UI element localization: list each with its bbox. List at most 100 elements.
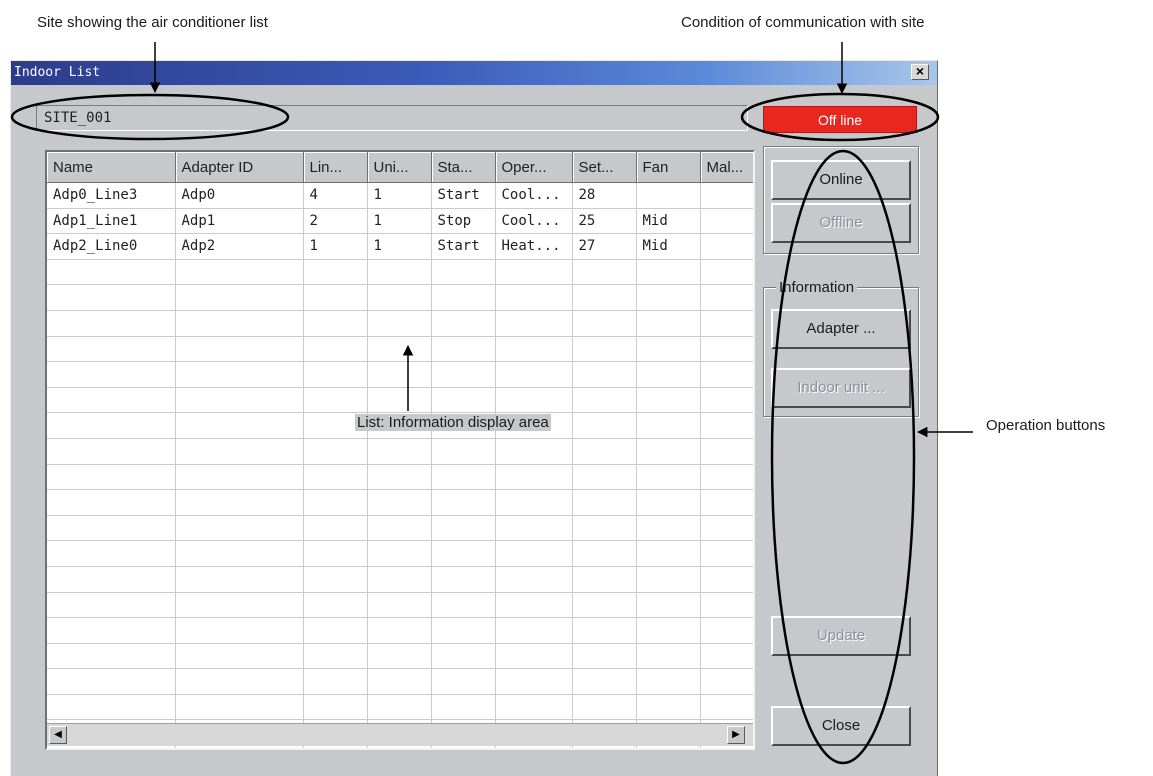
column-header[interactable]: Fan (636, 152, 701, 183)
table-cell (175, 592, 304, 619)
table-cell (572, 387, 637, 414)
table-cell (367, 284, 432, 311)
table-cell (572, 259, 637, 286)
offline-button[interactable]: Offline (771, 203, 911, 243)
column-header[interactable]: Uni... (367, 152, 432, 183)
column-header[interactable]: Name (47, 152, 176, 183)
column-header[interactable]: Lin... (303, 152, 368, 183)
table-row[interactable]: Adp1_Line1 Adp1 2 1 Stop Cool... 25 Mid (47, 208, 753, 235)
table-cell (47, 438, 176, 465)
table-cell (303, 643, 368, 670)
table-cell (47, 412, 176, 439)
table-cell (495, 694, 573, 721)
table-cell (47, 336, 176, 363)
close-window-icon[interactable]: × (911, 64, 929, 80)
empty-table-row (47, 566, 753, 593)
table-cell (175, 361, 304, 388)
table-cell (367, 489, 432, 516)
empty-table-row (47, 310, 753, 337)
annotation-list-caption: List: Information display area (355, 414, 551, 431)
table-cell (47, 310, 176, 337)
table-cell (431, 489, 496, 516)
column-header[interactable]: Mal... (700, 152, 753, 183)
table-cell (495, 259, 573, 286)
table-cell (431, 387, 496, 414)
table-cell (636, 464, 701, 491)
column-header[interactable]: Oper... (495, 152, 573, 183)
table-row[interactable]: Adp2_Line0 Adp2 1 1 Start Heat... 27 Mid (47, 233, 753, 260)
table-cell (572, 284, 637, 311)
table-cell (572, 643, 637, 670)
empty-table-row (47, 284, 753, 311)
table-cell: Adp0_Line3 (47, 182, 176, 209)
table-cell (431, 336, 496, 363)
empty-table-row (47, 668, 753, 695)
empty-table-row (47, 464, 753, 491)
table-cell (367, 259, 432, 286)
scroll-right-icon[interactable]: ▶ (727, 726, 745, 744)
table-cell (431, 566, 496, 593)
empty-table-row (47, 694, 753, 721)
column-header[interactable]: Set... (572, 152, 637, 183)
table-cell (572, 592, 637, 619)
table-cell (495, 310, 573, 337)
table-cell: Adp2_Line0 (47, 233, 176, 260)
table-cell (431, 592, 496, 619)
table-cell (303, 489, 368, 516)
table-cell: 1 (367, 182, 432, 209)
indoor-unit-list[interactable]: Name Adapter ID Lin... Uni... Sta... Oper... S… (45, 150, 755, 750)
table-cell (572, 464, 637, 491)
table-cell (700, 566, 753, 593)
indoor-unit-button[interactable]: Indoor unit ... (771, 368, 911, 408)
table-cell (495, 668, 573, 695)
table-cell (367, 566, 432, 593)
adapter-button[interactable]: Adapter ... (771, 309, 911, 349)
scroll-left-icon[interactable]: ◀ (49, 726, 67, 744)
communication-status-badge: Off line (763, 106, 917, 133)
table-cell (431, 540, 496, 567)
table-cell (636, 310, 701, 337)
table-cell (367, 464, 432, 491)
table-cell (47, 617, 176, 644)
table-cell (47, 387, 176, 414)
table-cell (636, 540, 701, 567)
table-cell (303, 617, 368, 644)
table-cell (636, 361, 701, 388)
table-cell: Mid (636, 233, 701, 260)
table-cell (572, 336, 637, 363)
column-header[interactable]: Adapter ID (175, 152, 304, 183)
table-cell (495, 489, 573, 516)
table-cell (495, 438, 573, 465)
table-cell: Mid (636, 208, 701, 235)
close-button[interactable]: Close (771, 706, 911, 746)
table-cell (303, 540, 368, 567)
table-cell (431, 515, 496, 542)
table-cell (636, 515, 701, 542)
horizontal-scrollbar[interactable]: ◀ ▶ (47, 723, 753, 746)
table-cell (367, 438, 432, 465)
table-cell (303, 592, 368, 619)
table-row[interactable]: Adp0_Line3 Adp0 4 1 Start Cool... 28 (47, 182, 753, 209)
table-cell (431, 668, 496, 695)
empty-table-row (47, 617, 753, 644)
table-cell: Adp0 (175, 182, 304, 209)
table-cell (367, 310, 432, 337)
column-header[interactable]: Sta... (431, 152, 496, 183)
empty-table-row (47, 361, 753, 388)
table-cell: 1 (367, 233, 432, 260)
information-group-label: Information (776, 279, 858, 296)
table-cell (431, 259, 496, 286)
table-cell (47, 745, 176, 748)
table-cell (572, 617, 637, 644)
table-cell (700, 694, 753, 721)
table-cell (47, 515, 176, 542)
table-cell (572, 438, 637, 465)
update-button[interactable]: Update (771, 616, 911, 656)
online-button[interactable]: Online (771, 160, 911, 200)
annotation-site-caption: Site showing the air conditioner list (37, 14, 268, 31)
table-cell (431, 361, 496, 388)
title-bar[interactable]: Indoor List × (11, 61, 937, 85)
table-cell (700, 617, 753, 644)
table-cell (367, 387, 432, 414)
table-cell (572, 694, 637, 721)
